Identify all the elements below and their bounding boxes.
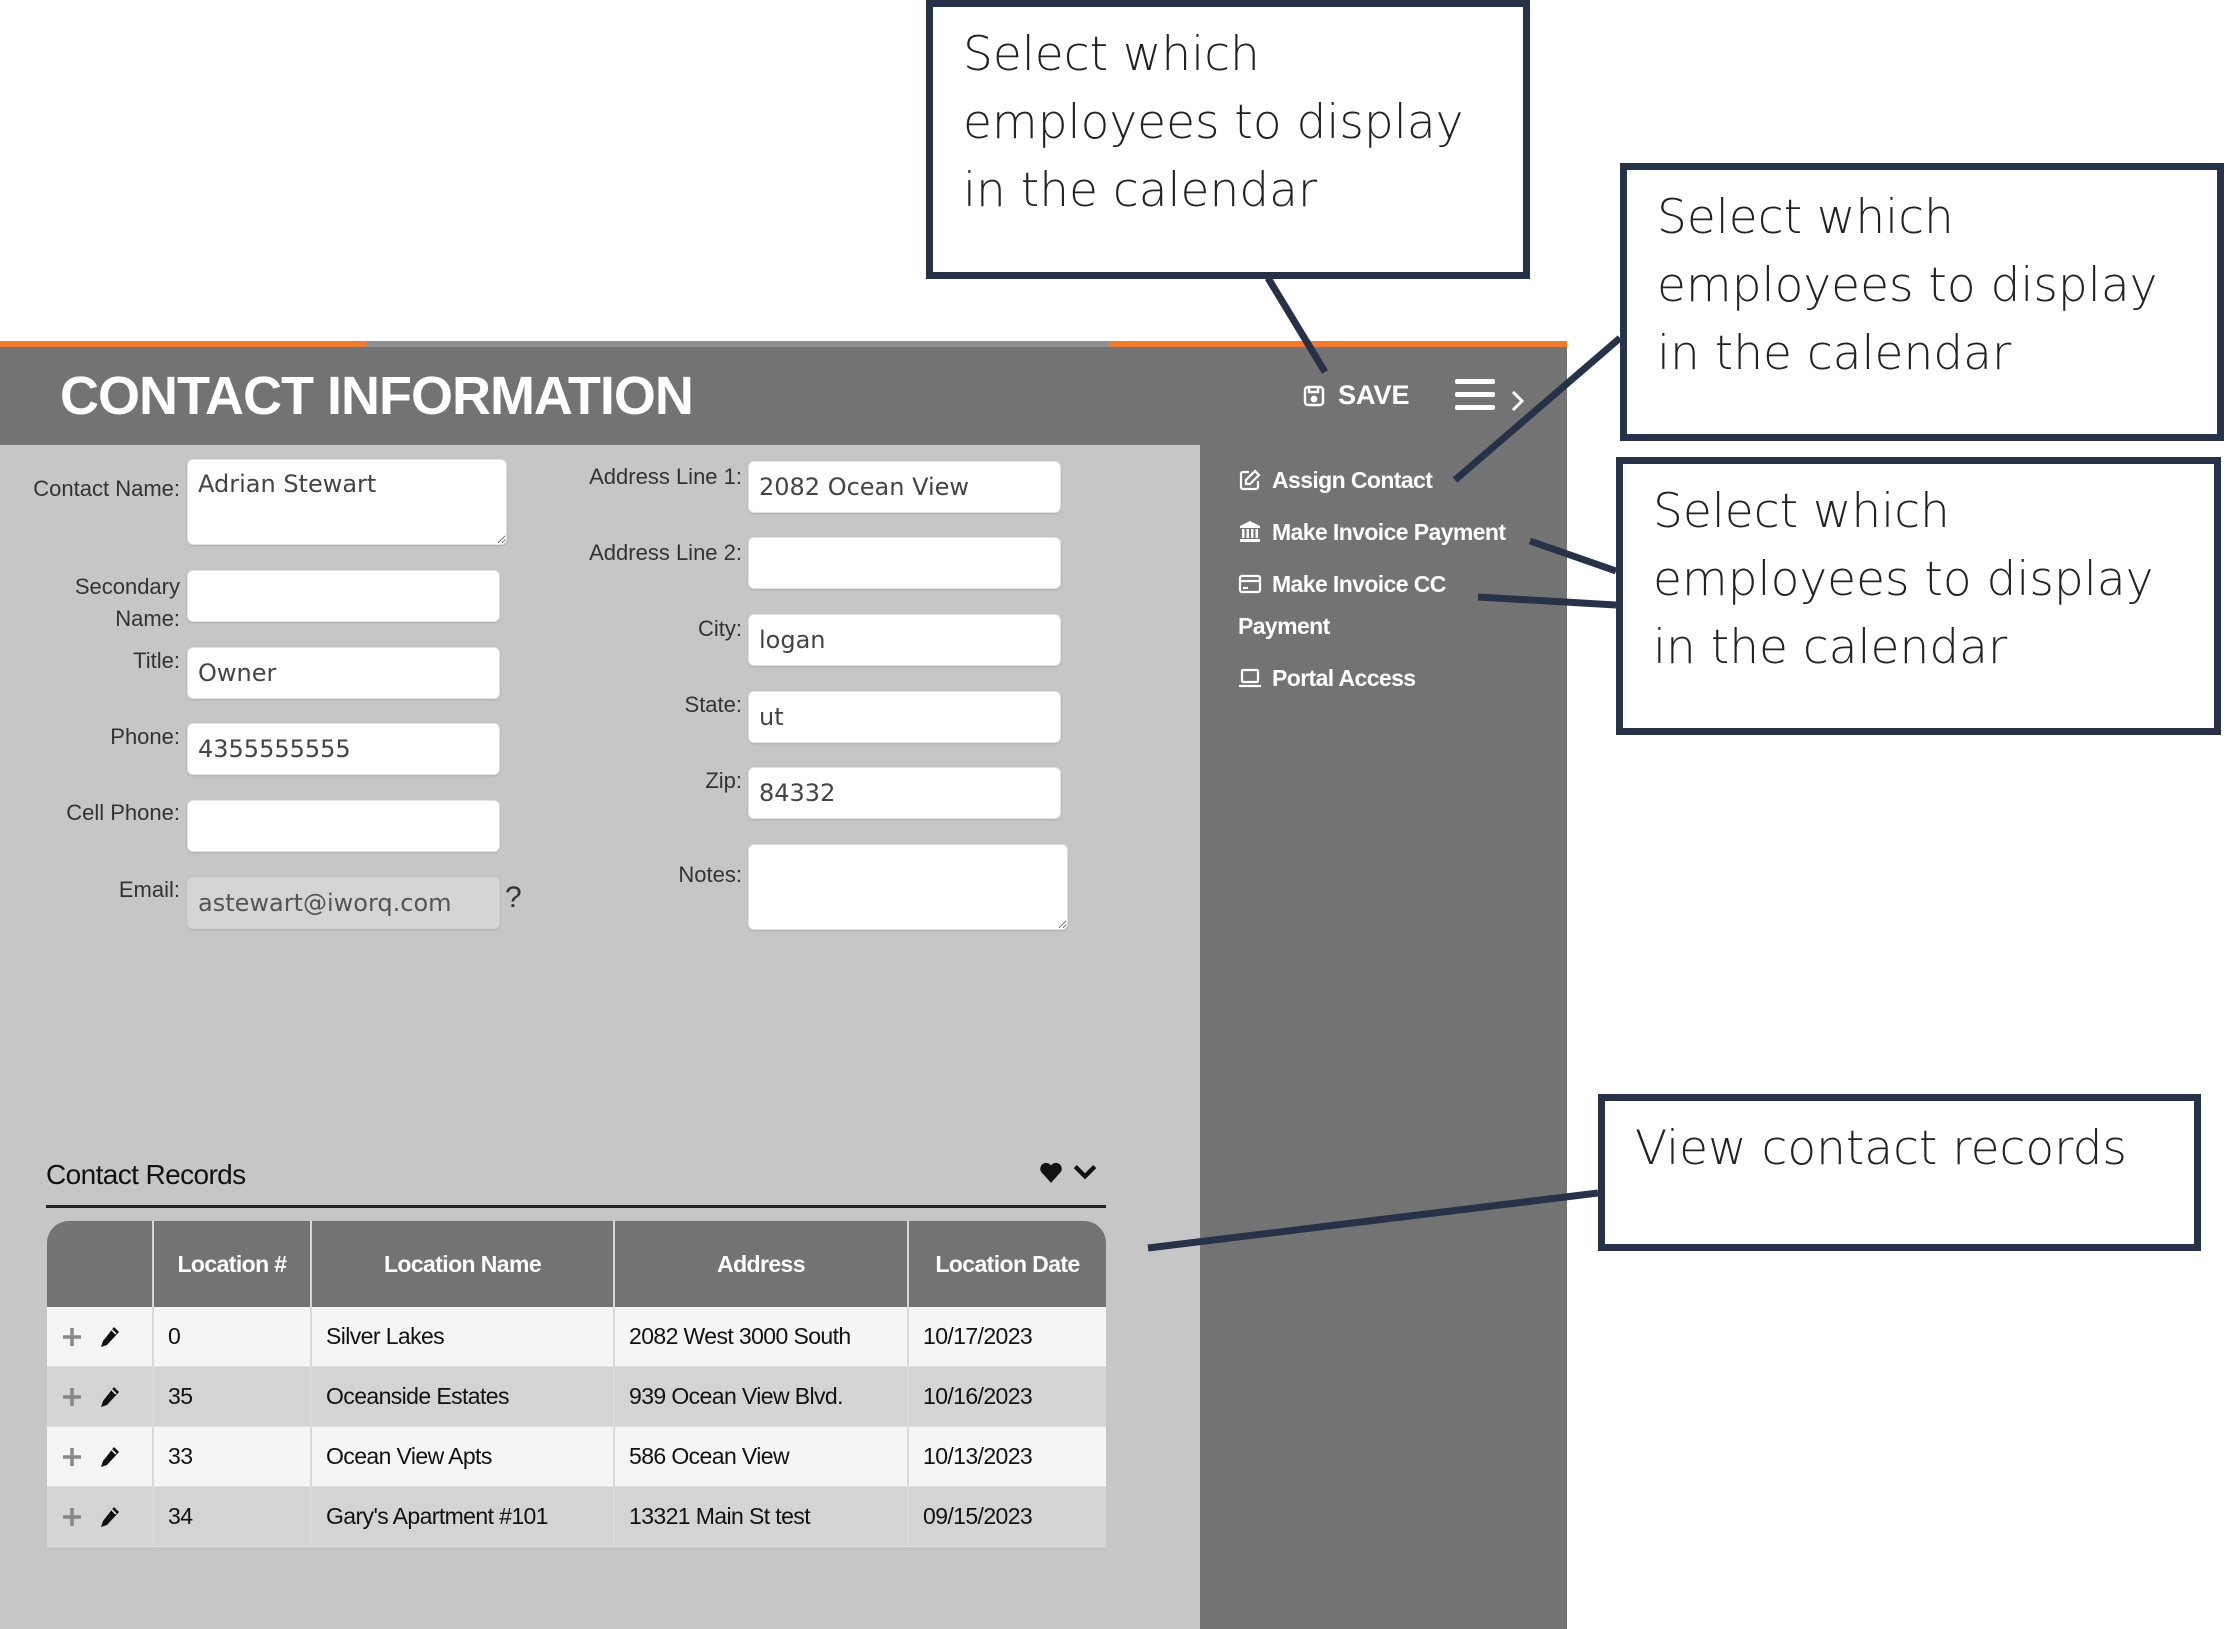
- email-label: Email:: [118, 877, 180, 902]
- section-divider: [46, 1205, 1106, 1208]
- pencil-icon[interactable]: [99, 1325, 121, 1349]
- plus-icon[interactable]: [61, 1325, 83, 1349]
- expand-sidebar-button[interactable]: [1510, 389, 1526, 418]
- pencil-icon[interactable]: [99, 1445, 121, 1469]
- table-header-row: Location # Location Name Address Locatio…: [47, 1221, 1106, 1307]
- secondary-name-label: Secondary Name:: [74, 574, 180, 631]
- location-number-cell: 33: [154, 1427, 312, 1487]
- chevron-down-icon[interactable]: [1072, 1159, 1098, 1190]
- location-number-cell: 35: [154, 1367, 312, 1427]
- cell-phone-label: Cell Phone:: [66, 800, 180, 825]
- sidebar-item-portal-access[interactable]: Portal Access: [1238, 657, 1538, 699]
- edit-icon: [1239, 469, 1261, 491]
- hamburger-menu-icon: [1455, 379, 1495, 410]
- bank-icon: [1240, 521, 1260, 542]
- contact-records-heading: Contact Records: [46, 1159, 246, 1190]
- plus-icon[interactable]: [61, 1505, 83, 1529]
- actions-sidebar: Assign Contact Make Invoice Payment Make…: [1200, 445, 1567, 1629]
- location-date-cell: 10/13/2023: [909, 1427, 1106, 1487]
- address-line-1-label: Address Line 1:: [589, 464, 742, 489]
- notes-field[interactable]: [748, 844, 1068, 930]
- sidebar-item-make-invoice-cc-payment[interactable]: Make Invoice CC Payment: [1238, 563, 1538, 647]
- table-row: 33 Ocean View Apts 586 Ocean View 10/13/202…: [47, 1427, 1106, 1487]
- column-header-location-name[interactable]: Location Name: [312, 1221, 615, 1307]
- location-number-cell: 0: [154, 1307, 312, 1367]
- title-label: Title:: [133, 648, 180, 673]
- location-date-cell: 09/15/2023: [909, 1487, 1106, 1547]
- location-name-cell[interactable]: Gary's Apartment #101: [312, 1487, 615, 1547]
- table-row: 35 Oceanside Estates 939 Ocean View Blvd. 1…: [47, 1367, 1106, 1427]
- save-label: SAVE: [1338, 380, 1410, 410]
- row-actions-cell: [47, 1307, 154, 1367]
- row-actions-cell: [47, 1487, 154, 1547]
- pencil-icon[interactable]: [99, 1385, 121, 1409]
- floppy-disk-icon: [1303, 385, 1325, 406]
- address-line-2-label: Address Line 2:: [589, 540, 742, 565]
- heart-icon[interactable]: [1038, 1159, 1064, 1190]
- contact-records-controls: [1038, 1159, 1098, 1190]
- zip-label: Zip:: [705, 768, 742, 793]
- location-name-cell[interactable]: Oceanside Estates: [312, 1367, 615, 1427]
- cell-phone-field[interactable]: [187, 800, 500, 852]
- callout-assign-contact: Select which employees to display in the…: [1620, 163, 2224, 441]
- callout-contact-records: View contact records: [1598, 1094, 2201, 1251]
- sidebar-item-label: Make Invoice Payment: [1272, 519, 1506, 545]
- address-cell: 2082 West 3000 South: [615, 1307, 909, 1367]
- location-date-cell: 10/17/2023: [909, 1307, 1106, 1367]
- credit-card-icon: [1238, 574, 1262, 594]
- page-header: CONTACT INFORMATION SAVE: [0, 347, 1567, 445]
- row-actions-cell: [47, 1367, 154, 1427]
- email-help-icon[interactable]: ?: [505, 881, 522, 915]
- address-cell: 586 Ocean View: [615, 1427, 909, 1487]
- secondary-name-field[interactable]: [187, 570, 500, 622]
- save-button[interactable]: SAVE: [1302, 380, 1410, 411]
- callout-invoice-payments: Select which employees to display in the…: [1616, 457, 2221, 735]
- address-line-2-field[interactable]: [748, 537, 1061, 589]
- table-row: 34 Gary's Apartment #101 13321 Main St tes…: [47, 1487, 1106, 1547]
- location-name-cell[interactable]: Ocean View Apts: [312, 1427, 615, 1487]
- plus-icon[interactable]: [61, 1445, 83, 1469]
- menu-button[interactable]: [1455, 377, 1495, 416]
- phone-field[interactable]: [187, 723, 500, 775]
- notes-label: Notes:: [678, 862, 742, 887]
- sidebar-item-assign-contact[interactable]: Assign Contact: [1238, 459, 1538, 501]
- location-date-cell: 10/16/2023: [909, 1367, 1106, 1427]
- column-header-location-date[interactable]: Location Date: [909, 1221, 1106, 1307]
- callout-save: Select which employees to display in the…: [926, 0, 1530, 279]
- zip-field[interactable]: [748, 767, 1061, 819]
- address-line-1-field[interactable]: [748, 461, 1061, 513]
- title-field[interactable]: [187, 647, 500, 699]
- chevron-right-icon: [1511, 390, 1525, 412]
- laptop-icon: [1239, 668, 1261, 688]
- table-row: 0 Silver Lakes 2082 West 3000 South 10/17/2…: [47, 1307, 1106, 1367]
- email-field[interactable]: [187, 877, 500, 929]
- sidebar-item-label: Portal Access: [1272, 665, 1416, 691]
- state-field[interactable]: [748, 691, 1061, 743]
- column-header-location-number[interactable]: Location #: [154, 1221, 312, 1307]
- row-actions-cell: [47, 1427, 154, 1487]
- phone-label: Phone:: [110, 724, 180, 749]
- address-cell: 13321 Main St test: [615, 1487, 909, 1547]
- column-header-address[interactable]: Address: [615, 1221, 909, 1307]
- city-label: City:: [698, 616, 742, 641]
- contact-information-panel: CONTACT INFORMATION SAVE Assign Contact …: [0, 341, 1567, 1629]
- address-cell: 939 Ocean View Blvd.: [615, 1367, 909, 1427]
- location-name-cell[interactable]: Silver Lakes: [312, 1307, 615, 1367]
- column-header-actions: [47, 1221, 154, 1307]
- contact-name-label: Contact Name:: [33, 476, 180, 501]
- contact-name-field[interactable]: [187, 459, 507, 545]
- pencil-icon[interactable]: [99, 1505, 121, 1529]
- location-number-cell: 34: [154, 1487, 312, 1547]
- sidebar-item-make-invoice-payment[interactable]: Make Invoice Payment: [1238, 511, 1538, 553]
- sidebar-item-label: Make Invoice CC Payment: [1238, 571, 1446, 639]
- city-field[interactable]: [748, 614, 1061, 666]
- sidebar-item-label: Assign Contact: [1272, 467, 1433, 493]
- state-label: State:: [684, 692, 742, 717]
- page-title: CONTACT INFORMATION: [60, 366, 694, 426]
- plus-icon[interactable]: [61, 1385, 83, 1409]
- contact-records-table: Location # Location Name Address Locatio…: [47, 1221, 1106, 1547]
